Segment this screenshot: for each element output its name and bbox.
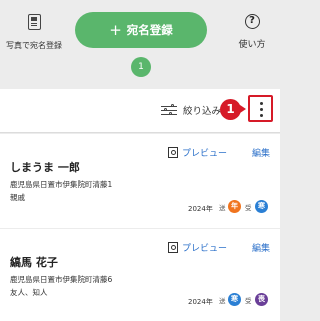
sent-label: 送: [219, 297, 226, 305]
step-marker-badge: 1: [220, 99, 246, 120]
received-status-badge: 喪: [255, 293, 268, 306]
contact-relation: 友人、知人: [10, 288, 48, 297]
edit-link[interactable]: 編集: [252, 146, 270, 159]
preview-label: プレビュー: [182, 244, 228, 254]
preview-label: プレビュー: [182, 149, 228, 159]
received-label: 受: [245, 204, 252, 212]
contact-name: しまうま 一郎: [10, 161, 80, 174]
contact-address: 鹿児島県日置市伊集院町清藤6: [10, 275, 113, 284]
photo-register-label: 写真で宛名登録: [6, 41, 62, 50]
help-label: 使い方: [238, 40, 266, 50]
count-badge: 1: [131, 57, 151, 77]
sent-status-badge: 寒: [228, 293, 241, 306]
add-address-button[interactable]: + 宛名登録: [75, 12, 207, 48]
top-toolbar: 写真で宛名登録 + 宛名登録 ? 使い方 1: [0, 0, 280, 89]
photo-register-button[interactable]: 写真で宛名登録: [4, 14, 64, 52]
preview-icon: [168, 147, 178, 158]
contact-address: 鹿児島県日置市伊集院町清藤1: [10, 180, 113, 189]
received-label: 受: [245, 297, 252, 305]
sent-status-badge: 年: [228, 200, 241, 213]
more-options-button[interactable]: [248, 95, 273, 122]
received-status-badge: 寒: [255, 200, 268, 213]
contact-name: 縞馬 花子: [10, 256, 58, 269]
help-button[interactable]: ? 使い方: [232, 14, 272, 51]
photo-document-icon: [27, 14, 41, 30]
year-label: 2024年: [188, 205, 213, 213]
preview-link[interactable]: プレビュー: [168, 146, 227, 159]
contact-card[interactable]: プレビュー 編集 しまうま 一郎 鹿児島県日置市伊集院町清藤1 親戚 2024年…: [0, 134, 280, 228]
plus-icon: +: [109, 21, 122, 39]
year-label: 2024年: [188, 298, 213, 306]
filter-label: 絞り込み: [183, 106, 222, 117]
preview-icon: [168, 242, 178, 253]
edit-link[interactable]: 編集: [252, 241, 270, 254]
question-icon: ?: [244, 14, 260, 29]
preview-link[interactable]: プレビュー: [168, 241, 227, 254]
filter-sliders-icon: [161, 103, 177, 116]
sent-label: 送: [219, 204, 226, 212]
filter-button[interactable]: 絞り込み: [161, 103, 221, 117]
add-address-label: 宛名登録: [126, 23, 173, 37]
contact-relation: 親戚: [10, 193, 25, 202]
contact-card[interactable]: プレビュー 編集 縞馬 花子 鹿児島県日置市伊集院町清藤6 友人、知人 2024…: [0, 229, 280, 321]
